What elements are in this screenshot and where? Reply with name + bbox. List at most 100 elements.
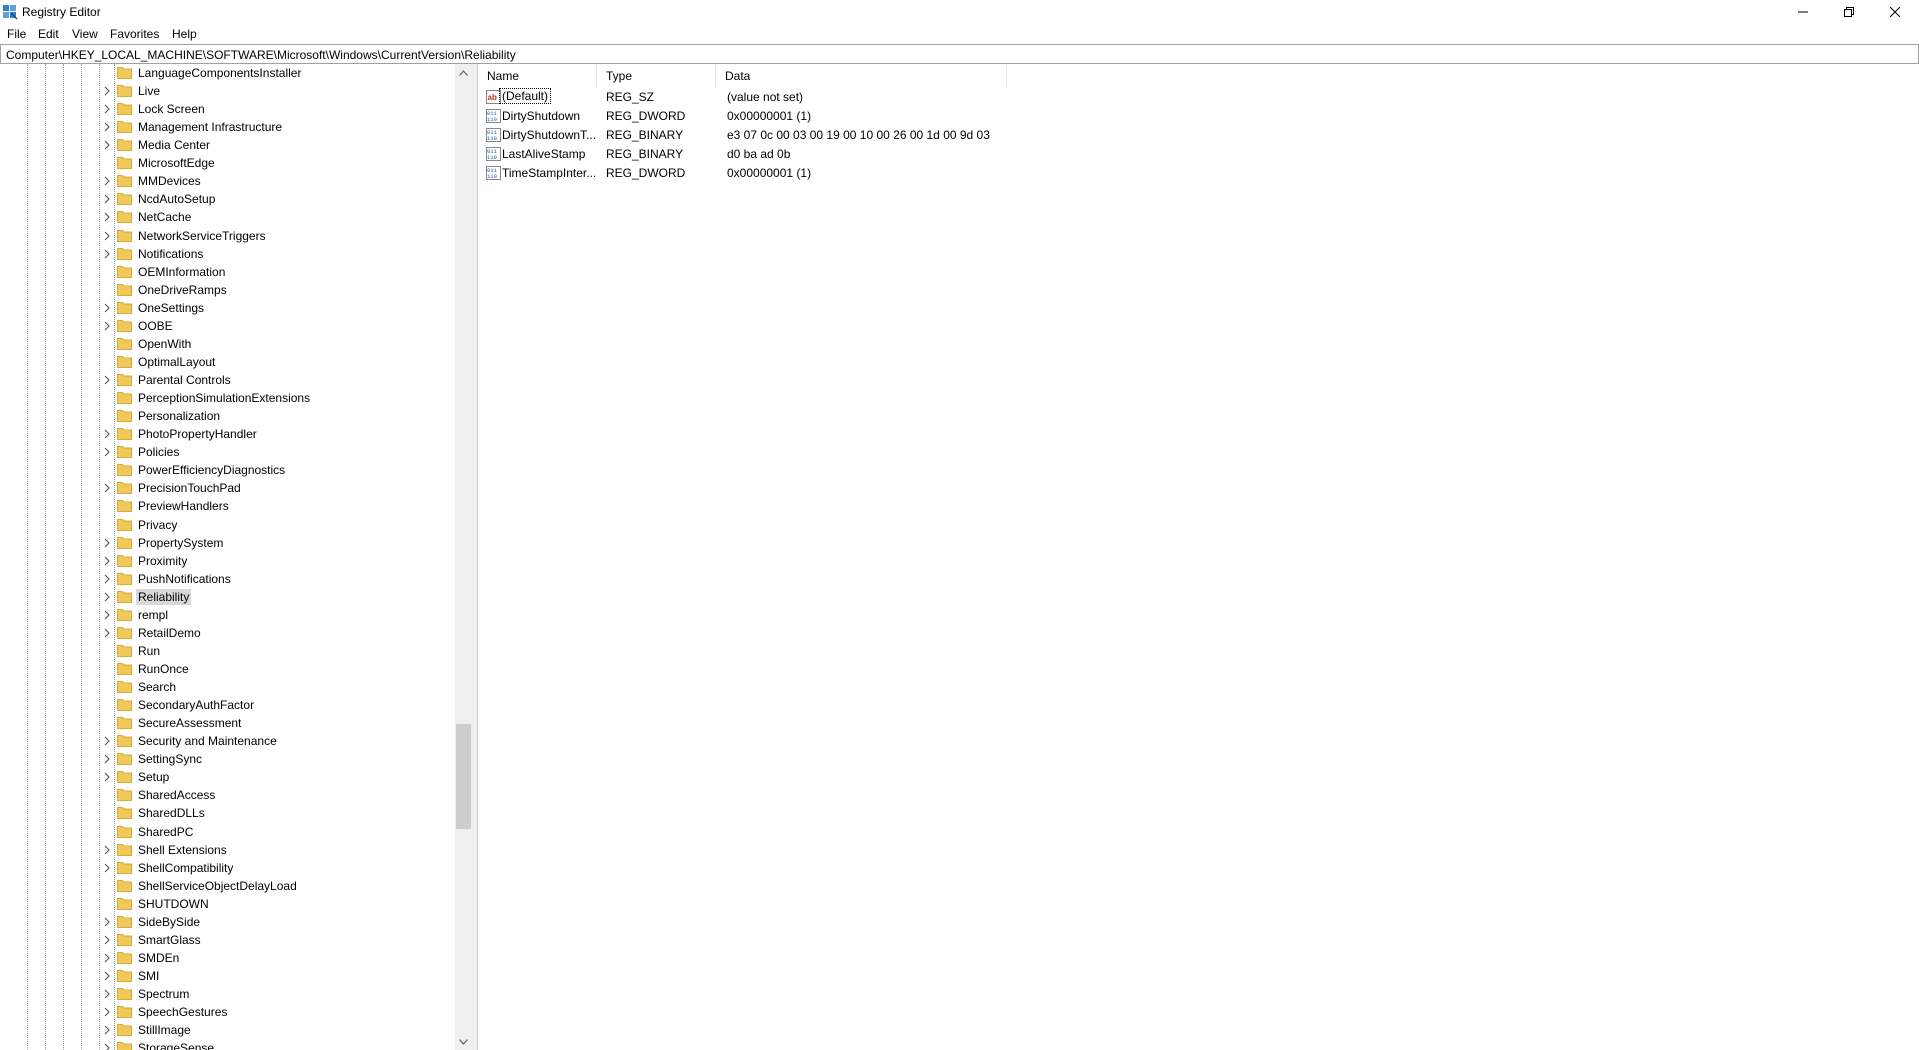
menu-help[interactable]: Help [172, 27, 197, 41]
expand-arrow-icon[interactable] [102, 610, 112, 620]
tree-item[interactable]: SecureAssessment [100, 714, 460, 732]
tree-item[interactable]: PerceptionSimulationExtensions [100, 389, 460, 407]
key-tree[interactable]: LanguageComponentsInstaller Live Lock Scre… [0, 64, 472, 1050]
tree-item[interactable]: SMDEn [100, 949, 460, 967]
tree-item[interactable]: SharedDLLs [100, 804, 460, 822]
expand-arrow-icon[interactable] [102, 556, 112, 566]
minimize-button[interactable] [1780, 0, 1826, 24]
tree-item[interactable]: Reliability [100, 588, 460, 606]
menu-file[interactable]: File [7, 27, 26, 41]
tree-item[interactable]: Personalization [100, 407, 460, 425]
tree-item[interactable]: OpenWith [100, 335, 460, 353]
value-row[interactable]: 011 110 LastAliveStamp REG_BINARY d0 ba ad 0… [478, 145, 1478, 164]
menu-view[interactable]: View [72, 27, 98, 41]
expand-arrow-icon[interactable] [102, 321, 112, 331]
expand-arrow-icon[interactable] [102, 628, 112, 638]
tree-item[interactable]: OptimalLayout [100, 353, 460, 371]
expand-arrow-icon[interactable] [102, 772, 112, 782]
expand-arrow-icon[interactable] [102, 447, 112, 457]
expand-arrow-icon[interactable] [102, 1007, 112, 1017]
value-row[interactable]: 011 110 DirtyShutdownT... REG_BINARY e3 07 0… [478, 126, 1478, 145]
value-row[interactable]: ab (Default) REG_SZ (value not set) [478, 88, 1478, 107]
expand-arrow-icon[interactable] [102, 538, 112, 548]
tree-item[interactable]: Media Center [100, 136, 460, 154]
expand-arrow-icon[interactable] [102, 953, 112, 963]
tree-item[interactable]: NetCache [100, 208, 460, 226]
tree-item[interactable]: Shell Extensions [100, 841, 460, 859]
values-list[interactable]: Name Type Data ab (Default) REG_SZ (value n… [477, 64, 1919, 1050]
expand-arrow-icon[interactable] [102, 231, 112, 241]
tree-item[interactable]: Live [100, 82, 460, 100]
column-header-data[interactable]: Data [716, 64, 1007, 86]
tree-item[interactable]: SettingSync [100, 750, 460, 768]
tree-scrollbar[interactable] [455, 64, 472, 1050]
tree-item[interactable]: rempl [100, 606, 460, 624]
tree-item[interactable]: SMI [100, 967, 460, 985]
tree-item[interactable]: Spectrum [100, 985, 460, 1003]
tree-item[interactable]: Lock Screen [100, 100, 460, 118]
tree-item[interactable]: OOBE [100, 317, 460, 335]
tree-item[interactable]: Run [100, 642, 460, 660]
close-button[interactable] [1872, 0, 1918, 24]
tree-item[interactable]: PrecisionTouchPad [100, 479, 460, 497]
tree-item[interactable]: Policies [100, 443, 460, 461]
expand-arrow-icon[interactable] [102, 212, 112, 222]
expand-arrow-icon[interactable] [102, 1025, 112, 1035]
scroll-thumb[interactable] [456, 724, 471, 829]
expand-arrow-icon[interactable] [102, 592, 112, 602]
expand-arrow-icon[interactable] [102, 104, 112, 114]
expand-arrow-icon[interactable] [102, 863, 112, 873]
value-row[interactable]: 011 110 TimeStampInter... REG_DWORD 0x000000… [478, 164, 1478, 183]
scroll-up-button[interactable] [455, 64, 472, 81]
expand-arrow-icon[interactable] [102, 303, 112, 313]
expand-arrow-icon[interactable] [102, 935, 112, 945]
expand-arrow-icon[interactable] [102, 971, 112, 981]
expand-arrow-icon[interactable] [102, 736, 112, 746]
column-header-type[interactable]: Type [597, 64, 716, 86]
tree-item[interactable]: PowerEfficiencyDiagnostics [100, 461, 460, 479]
tree-item[interactable]: MicrosoftEdge [100, 154, 460, 172]
tree-item[interactable]: OEMInformation [100, 263, 460, 281]
tree-item[interactable]: PropertySystem [100, 534, 460, 552]
menu-favorites[interactable]: Favorites [110, 27, 159, 41]
tree-item[interactable]: Management Infrastructure [100, 118, 460, 136]
tree-item[interactable]: NcdAutoSetup [100, 190, 460, 208]
restore-button[interactable] [1826, 0, 1872, 24]
expand-arrow-icon[interactable] [102, 429, 112, 439]
column-header-name[interactable]: Name [478, 64, 597, 86]
tree-item[interactable]: RunOnce [100, 660, 460, 678]
expand-arrow-icon[interactable] [102, 754, 112, 764]
tree-item[interactable]: Setup [100, 768, 460, 786]
tree-item[interactable]: Parental Controls [100, 371, 460, 389]
expand-arrow-icon[interactable] [102, 483, 112, 493]
tree-item[interactable]: MMDevices [100, 172, 460, 190]
expand-arrow-icon[interactable] [102, 1043, 112, 1050]
tree-item[interactable]: PreviewHandlers [100, 497, 460, 515]
tree-item[interactable]: SecondaryAuthFactor [100, 696, 460, 714]
tree-item[interactable]: SpeechGestures [100, 1003, 460, 1021]
tree-item[interactable]: Privacy [100, 516, 460, 534]
tree-item[interactable]: StillImage [100, 1021, 460, 1039]
tree-item[interactable]: PhotoPropertyHandler [100, 425, 460, 443]
tree-item[interactable]: StorageSense [100, 1039, 460, 1050]
address-bar[interactable]: Computer\HKEY_LOCAL_MACHINE\SOFTWARE\Mic… [0, 44, 1919, 64]
tree-item[interactable]: ShellCompatibility [100, 859, 460, 877]
expand-arrow-icon[interactable] [102, 122, 112, 132]
expand-arrow-icon[interactable] [102, 140, 112, 150]
expand-arrow-icon[interactable] [102, 86, 112, 96]
expand-arrow-icon[interactable] [102, 176, 112, 186]
tree-item[interactable]: Security and Maintenance [100, 732, 460, 750]
tree-item[interactable]: PushNotifications [100, 570, 460, 588]
tree-item[interactable]: NetworkServiceTriggers [100, 227, 460, 245]
tree-item[interactable]: Search [100, 678, 460, 696]
tree-item[interactable]: RetailDemo [100, 624, 460, 642]
expand-arrow-icon[interactable] [102, 917, 112, 927]
tree-item[interactable]: SHUTDOWN [100, 895, 460, 913]
value-row[interactable]: 011 110 DirtyShutdown REG_DWORD 0x00000001 (… [478, 107, 1478, 126]
expand-arrow-icon[interactable] [102, 574, 112, 584]
expand-arrow-icon[interactable] [102, 845, 112, 855]
tree-item[interactable]: OneDriveRamps [100, 281, 460, 299]
tree-item[interactable]: OneSettings [100, 299, 460, 317]
expand-arrow-icon[interactable] [102, 375, 112, 385]
menu-edit[interactable]: Edit [38, 27, 59, 41]
